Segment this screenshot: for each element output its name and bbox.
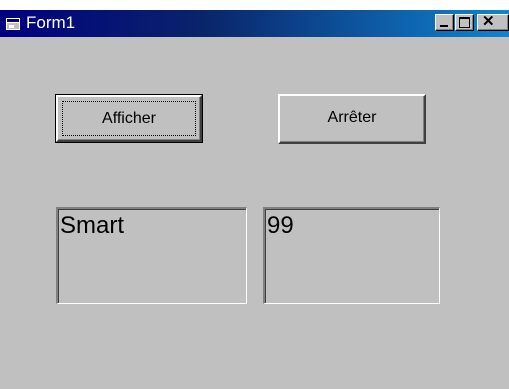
title-bar[interactable]: Form1 ✕ bbox=[0, 10, 509, 37]
form1-window: Form1 ✕ Afficher Arrêter Smart 99 bbox=[0, 10, 509, 389]
close-button[interactable]: ✕ bbox=[477, 14, 509, 31]
afficher-button-label: Afficher bbox=[62, 101, 196, 136]
window-title: Form1 bbox=[26, 13, 76, 32]
text-field-number[interactable]: 99 bbox=[263, 207, 440, 304]
maximize-button[interactable] bbox=[455, 14, 474, 31]
minimize-button[interactable] bbox=[435, 14, 454, 31]
arreter-button[interactable]: Arrêter bbox=[278, 94, 426, 144]
form-app-icon[interactable] bbox=[6, 17, 20, 30]
text-field-smart[interactable]: Smart bbox=[56, 207, 247, 304]
afficher-button[interactable]: Afficher bbox=[55, 94, 203, 143]
close-icon: ✕ bbox=[482, 13, 495, 30]
